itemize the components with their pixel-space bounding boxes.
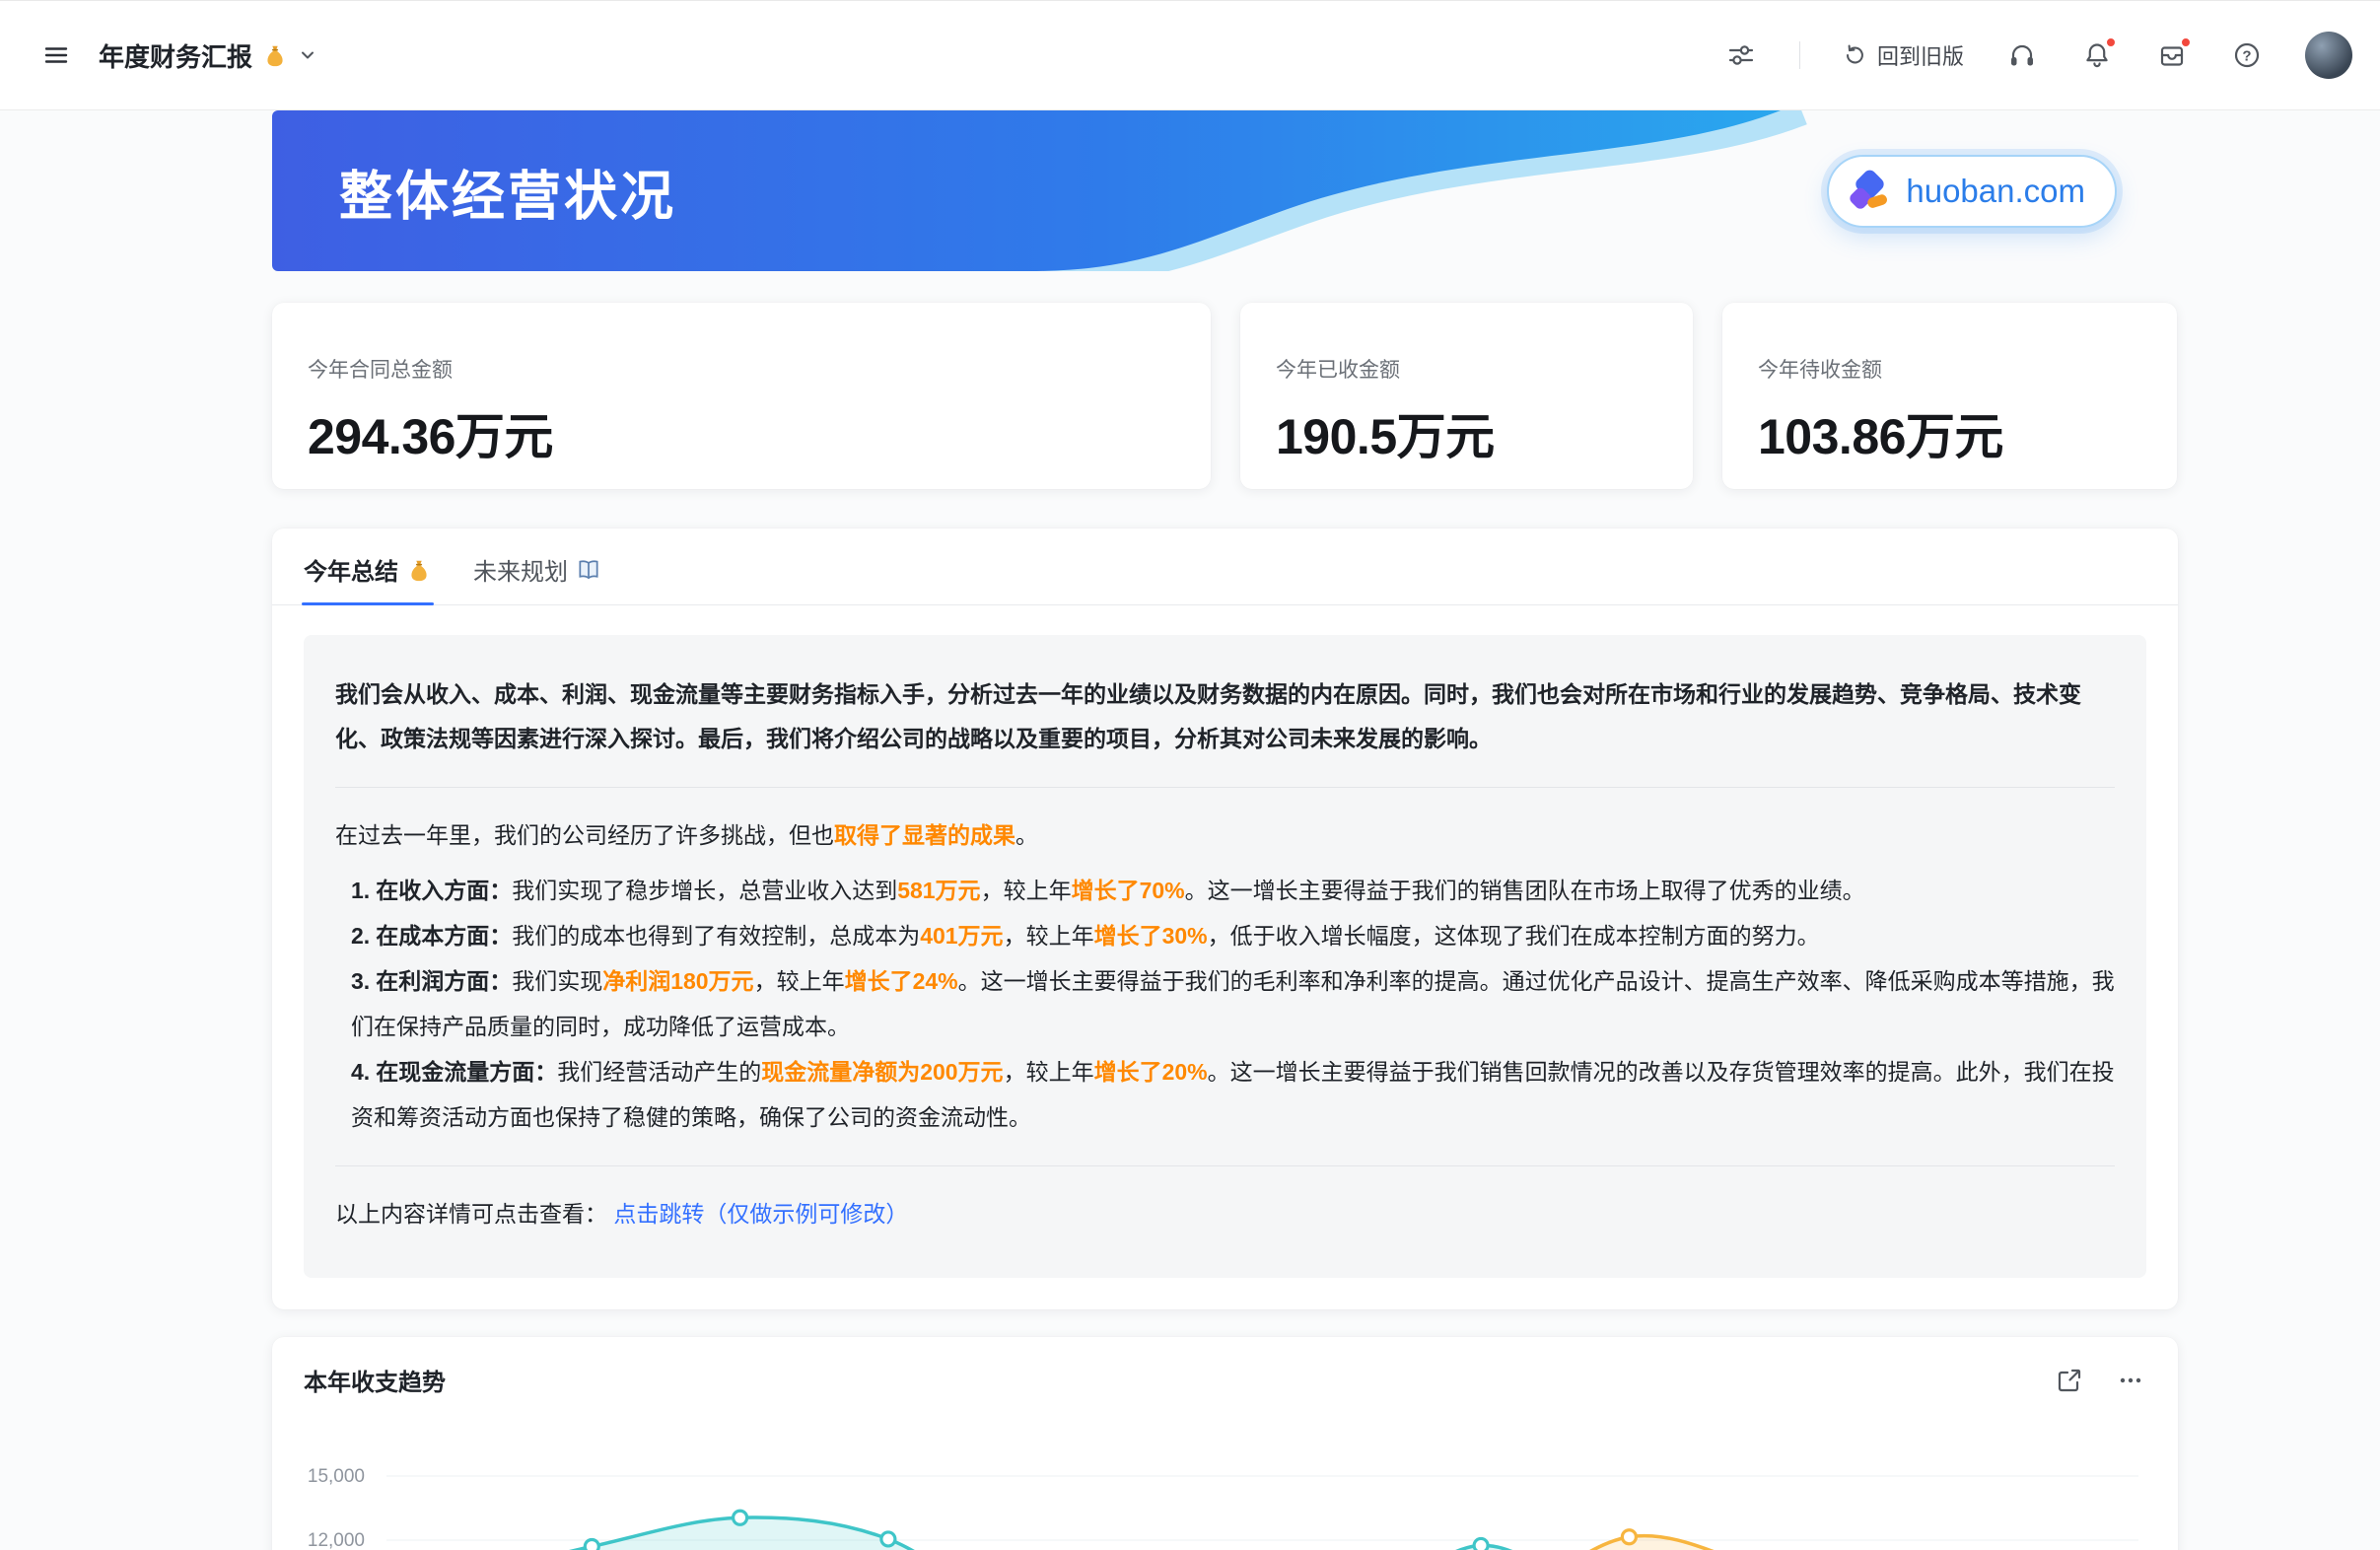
headset-icon <box>2007 40 2037 70</box>
summary-intro: 我们会从收入、成本、利润、现金流量等主要财务指标入手，分析过去一年的业绩以及财务… <box>335 672 2115 761</box>
item-number: 2. <box>351 923 370 949</box>
footer-text: 以上内容详情可点击查看： <box>335 1201 607 1227</box>
divider <box>335 1165 2115 1166</box>
stat-label: 今年待收金额 <box>1758 354 2141 384</box>
banner-title: 整体经营状况 <box>339 152 676 230</box>
stat-cards-row: 今年合同总金额 294.36万元 今年已收金额 190.5万元 今年待收金额 1… <box>272 303 2178 489</box>
stat-card-received: 今年已收金额 190.5万元 <box>1240 303 1693 489</box>
chevron-down-icon <box>298 45 317 65</box>
jump-link[interactable]: 点击跳转（仅做示例可修改） <box>613 1201 908 1227</box>
dashboard-page: 整体经营状况 huoban.com 今年合同总金额 294.36万元 今年已收金… <box>272 110 2178 1550</box>
summary-card: 今年总结 未来规划 我们会从收入、成本、利润、现金流量等主要财务指标入手，分析过… <box>272 528 2178 1309</box>
summary-list-item: 1.在收入方面：我们实现了稳步增长，总营业收入达到581万元，较上年增长了70%… <box>351 868 2115 913</box>
trend-actions <box>2054 1365 2146 1396</box>
hamburger-icon <box>41 40 71 70</box>
tab-label: 今年总结 <box>304 552 398 587</box>
summary-footer: 以上内容详情可点击查看： 点击跳转（仅做示例可修改） <box>335 1192 2115 1236</box>
summary-list-item: 4.在现金流量方面：我们经营活动产生的现金流量净额为200万元，较上年增长了20… <box>351 1049 2115 1140</box>
page-title: 年度财务汇报 <box>99 37 252 74</box>
summary-lead: 在过去一年里，我们的公司经历了许多挑战，但也取得了显著的成果。 <box>335 813 2115 858</box>
brand-name: huoban.com <box>1906 173 2085 210</box>
huoban-logo-icon <box>1847 169 1892 214</box>
tab-future-plan[interactable]: 未来规划 <box>471 548 603 604</box>
header-banner: 整体经营状况 huoban.com <box>272 110 2178 271</box>
inbox-dot <box>2180 36 2192 48</box>
tab-bar: 今年总结 未来规划 <box>272 528 2178 605</box>
stat-value: 103.86万元 <box>1758 397 2141 468</box>
item-number: 1. <box>351 878 370 903</box>
summary-list-item: 3.在利润方面：我们实现净利润180万元，较上年增长了24%。这一增长主要得益于… <box>351 958 2115 1049</box>
tune-icon <box>1726 40 1756 70</box>
trend-header: 本年收支趋势 <box>304 1363 2146 1397</box>
back-to-old-label: 回到旧版 <box>1877 39 1964 71</box>
divider <box>335 787 2115 788</box>
money-bag-icon <box>406 557 432 583</box>
topbar-actions: 回到旧版 ? <box>1724 32 2352 79</box>
summary-list-item: 2.在成本方面：我们的成本也得到了有效控制，总成本为401万元，较上年增长了30… <box>351 913 2115 958</box>
stat-card-pending: 今年待收金额 103.86万元 <box>1722 303 2177 489</box>
stat-card-contract-total: 今年合同总金额 294.36万元 <box>272 303 1211 489</box>
topbar: 年度财务汇报 回到旧版 <box>0 0 2380 110</box>
inbox-button[interactable] <box>2155 38 2189 72</box>
stat-label: 今年已收金额 <box>1276 354 1657 384</box>
ellipsis-icon <box>2117 1367 2144 1394</box>
money-bag-icon <box>262 42 288 68</box>
tune-button[interactable] <box>1724 38 1758 72</box>
tab-this-year-summary[interactable]: 今年总结 <box>302 548 434 604</box>
item-number: 4. <box>351 1059 370 1085</box>
help-button[interactable]: ? <box>2230 38 2264 72</box>
topbar-divider <box>1799 41 1800 69</box>
notifications-button[interactable] <box>2080 38 2114 72</box>
trend-card: 本年收支趋势 15,00012,0009,000 <box>272 1337 2178 1550</box>
summary-panel: 我们会从收入、成本、利润、现金流量等主要财务指标入手，分析过去一年的业绩以及财务… <box>304 635 2146 1278</box>
support-button[interactable] <box>2005 38 2039 72</box>
trend-chart: 15,00012,0009,000 <box>304 1421 2146 1550</box>
menu-button[interactable] <box>39 38 73 72</box>
open-book-icon <box>576 557 601 583</box>
item-number: 3. <box>351 968 370 994</box>
summary-list: 1.在收入方面：我们实现了稳步增长，总营业收入达到581万元，较上年增长了70%… <box>335 868 2115 1140</box>
stat-label: 今年合同总金额 <box>308 354 1175 384</box>
user-avatar[interactable] <box>2305 32 2352 79</box>
tab-label: 未来规划 <box>473 552 568 587</box>
more-options-button[interactable] <box>2115 1365 2146 1396</box>
svg-text:12,000: 12,000 <box>308 1530 365 1550</box>
svg-text:?: ? <box>2242 48 2251 65</box>
svg-text:15,000: 15,000 <box>308 1466 365 1487</box>
back-to-old-version-button[interactable]: 回到旧版 <box>1842 39 1964 71</box>
notification-dot <box>2105 36 2117 48</box>
open-in-new-icon <box>2056 1367 2083 1394</box>
brand-badge: huoban.com <box>1827 155 2117 228</box>
stat-value: 190.5万元 <box>1276 397 1657 468</box>
trend-title: 本年收支趋势 <box>304 1363 446 1397</box>
app-title-switcher[interactable]: 年度财务汇报 <box>99 37 317 74</box>
help-icon: ? <box>2232 40 2262 70</box>
restore-icon <box>1842 42 1867 68</box>
stat-value: 294.36万元 <box>308 397 1175 468</box>
expand-button[interactable] <box>2054 1365 2085 1396</box>
